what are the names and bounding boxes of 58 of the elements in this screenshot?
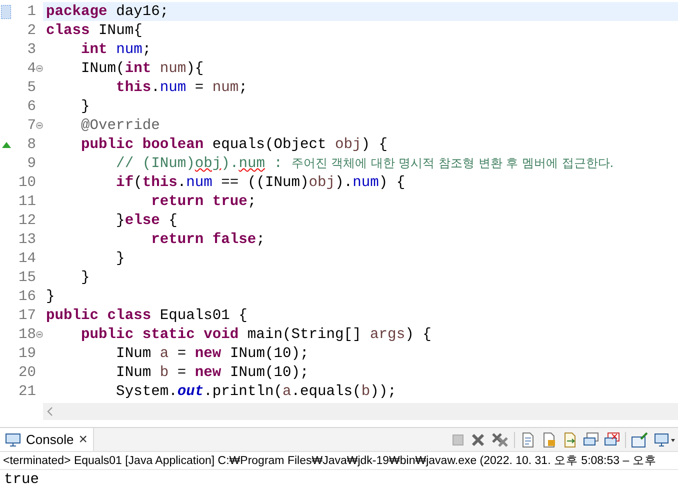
collapse-icon[interactable] (36, 331, 43, 338)
code-line: } (115, 250, 126, 268)
monitor-dropdown-icon[interactable] (654, 432, 676, 448)
line-number: 4 (26, 60, 36, 76)
code-line: INum a = new INum(10); (115, 344, 310, 363)
code-line: @Override (80, 116, 161, 135)
code-line: System.out.println(a.equals(b)); (115, 382, 398, 401)
document-icon[interactable] (520, 432, 536, 448)
code-line: public boolean equals(Object obj) { (80, 136, 389, 154)
code-line: return true; (150, 192, 258, 211)
document-arrow-icon[interactable] (562, 432, 578, 448)
code-line: public class Equals01 { (45, 306, 248, 325)
line-number: 8 (26, 136, 36, 152)
line-number: 3 (26, 42, 36, 58)
code-line: public static void main(String[] args) { (80, 326, 432, 344)
line-number: 13 (17, 232, 36, 248)
collapse-icon[interactable] (36, 122, 43, 129)
line-number: 11 (17, 194, 36, 210)
override-triangle-icon[interactable] (2, 142, 10, 148)
horizontal-scrollbar[interactable] (43, 403, 678, 420)
collapse-icon[interactable] (36, 65, 43, 72)
line-number: 16 (17, 288, 36, 304)
code-line: } (80, 98, 91, 116)
console-tab[interactable]: Console × (0, 428, 94, 451)
line-number: 9 (26, 156, 36, 172)
line-number: 17 (17, 308, 36, 324)
line-number: 12 (17, 212, 36, 228)
code-line: } (45, 288, 56, 306)
remove-all-icon[interactable] (491, 432, 509, 448)
code-line: if(this.num == ((INum)obj).num) { (115, 174, 406, 192)
line-number: 7 (26, 118, 36, 134)
monitor-icon (5, 432, 21, 446)
line-number: 21 (17, 384, 36, 400)
line-number: 10 (17, 174, 36, 190)
monitor-document-icon[interactable] (583, 432, 599, 448)
line-number: 18 (17, 326, 36, 342)
code-line: int num; (80, 40, 152, 59)
line-number: 20 (17, 364, 36, 380)
line-number: 6 (26, 98, 36, 114)
code-line: }else { (115, 212, 178, 230)
scroll-left-icon[interactable] (47, 407, 53, 416)
close-icon[interactable]: × (78, 431, 88, 448)
remove-icon[interactable] (470, 432, 486, 448)
code-line: this.num = num; (115, 78, 248, 97)
line-number: 15 (17, 270, 36, 286)
line-number: 19 (17, 346, 36, 362)
code-line: INum b = new INum(10); (115, 364, 310, 382)
code-line: class INum{ (45, 22, 144, 40)
code-line: return false; (150, 230, 266, 249)
monitor-error-icon[interactable] (604, 432, 620, 448)
line-number: 5 (26, 80, 36, 96)
code-line: } (80, 268, 91, 287)
code-line: INum(int num){ (80, 60, 205, 78)
line-number: 14 (17, 250, 36, 266)
line-number: 1 (26, 4, 36, 20)
code-line: // (INum)obj).num : 주어진 객체에 대한 명시적 참조형 변환 후 멤버에 접근한다. (115, 154, 615, 173)
console-output: true (3, 471, 40, 490)
line-number: 2 (26, 22, 36, 38)
